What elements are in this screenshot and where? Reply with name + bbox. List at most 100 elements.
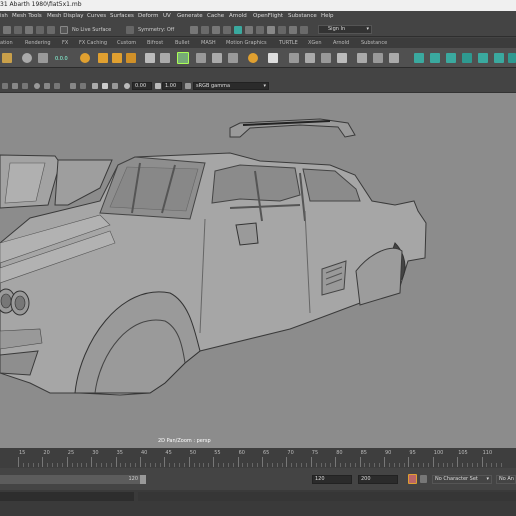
timeline[interactable]: 15 20 25 30 35 40 45 50 55 60 65 70 75 80 85 90 95 100 105… [0, 448, 516, 468]
history-icon[interactable] [190, 26, 198, 34]
render-settings-icon[interactable] [234, 26, 242, 34]
active-tool-icon[interactable] [177, 52, 189, 64]
snap-plane-icon[interactable] [36, 26, 44, 34]
menu-item-cache[interactable]: Cache [207, 13, 224, 19]
menu-item-mesh-display[interactable]: Mesh Display [47, 13, 84, 19]
rotate-tool-icon[interactable] [373, 53, 383, 63]
substance-material-icon[interactable] [414, 53, 424, 63]
svg-icon[interactable] [2, 53, 12, 63]
xgen-icon[interactable] [145, 53, 155, 63]
substance-bake-icon[interactable] [446, 53, 456, 63]
snap-surface-icon[interactable] [47, 26, 55, 34]
menu-item-surfaces[interactable]: Surfaces [110, 13, 134, 19]
two-d-pan-zoom-icon[interactable] [44, 83, 50, 89]
shelf-tab-rendering[interactable]: Rendering [25, 40, 51, 46]
xgen-editor-icon[interactable] [160, 53, 170, 63]
shelf-tab-xgen[interactable]: XGen [308, 40, 322, 46]
shelf-tab-fx[interactable]: FX [62, 40, 68, 46]
menu-item-mesh-tools[interactable]: Mesh Tools [12, 13, 42, 19]
light-editor-icon[interactable] [278, 26, 286, 34]
scale-tool-icon[interactable] [389, 53, 399, 63]
turtle-bake-icon[interactable] [98, 53, 108, 63]
shelf-tab-custom[interactable]: Custom [117, 40, 136, 46]
area-light-icon[interactable] [212, 53, 222, 63]
menu-item-openflight[interactable]: OpenFlight [253, 13, 283, 19]
attribute-icon[interactable] [300, 26, 308, 34]
key-settings-icon[interactable] [420, 475, 427, 483]
symmetry-dropdown[interactable]: Symmetry: Off [138, 27, 174, 33]
snap-point-icon[interactable] [25, 26, 33, 34]
menu-item-mesh[interactable]: ish [0, 13, 8, 19]
bookmark-icon[interactable] [22, 83, 28, 89]
shelf-tab-bifrost[interactable]: Bifrost [147, 40, 163, 46]
cube-icon[interactable] [337, 53, 347, 63]
smooth-shade-icon[interactable] [102, 83, 108, 89]
substance-icon[interactable] [248, 53, 258, 63]
grid-toggle-icon[interactable] [70, 83, 76, 89]
viewport[interactable]: 2D Pan/Zoom : persp [0, 93, 516, 448]
uv-checker-icon[interactable] [268, 53, 278, 63]
snap-curve-icon[interactable] [14, 26, 22, 34]
turtle-settings-icon[interactable] [112, 53, 122, 63]
arnold-light-icon[interactable] [196, 53, 206, 63]
shelf-tab-motion-graphics[interactable]: Motion Graphics [226, 40, 267, 46]
range-handle[interactable] [140, 475, 146, 484]
menu-item-arnold[interactable]: Arnold [229, 13, 247, 19]
arnold-render-icon[interactable] [267, 26, 275, 34]
image-plane-icon[interactable] [34, 83, 40, 89]
substance-graph-icon[interactable] [478, 53, 488, 63]
range-max-field[interactable]: 200 [358, 475, 398, 484]
substance-more-icon[interactable] [508, 53, 516, 63]
menu-item-generate[interactable]: Generate [177, 13, 203, 19]
substance-preset-icon[interactable] [462, 53, 472, 63]
curve-tool-icon[interactable] [305, 53, 315, 63]
car-model[interactable] [0, 93, 516, 448]
color-management-icon[interactable] [185, 83, 191, 89]
skydome-light-icon[interactable] [228, 53, 238, 63]
menu-item-substance[interactable]: Substance [288, 13, 317, 19]
render-view-icon[interactable] [256, 26, 264, 34]
render-sequence-icon[interactable] [212, 26, 220, 34]
grid-icon[interactable] [289, 53, 299, 63]
shelf-tab-bullet[interactable]: Bullet [175, 40, 189, 46]
menu-item-curves[interactable]: Curves [87, 13, 106, 19]
hypershade-icon[interactable] [245, 26, 253, 34]
camera-sequencer-icon[interactable] [289, 26, 297, 34]
sign-in-dropdown[interactable]: Sign In ▾ [318, 25, 372, 34]
create-node-icon[interactable] [22, 53, 32, 63]
render-frame-icon[interactable] [201, 26, 209, 34]
mel-input[interactable] [0, 492, 134, 501]
anim-layer-dropdown[interactable]: No An [496, 475, 516, 484]
snap-grid-icon[interactable] [3, 26, 11, 34]
select-camera-icon[interactable] [2, 83, 8, 89]
magnet-icon[interactable] [60, 26, 68, 34]
shelf-tab-substance[interactable]: Substance [361, 40, 387, 46]
wireframe-icon[interactable] [92, 83, 98, 89]
menu-item-deform[interactable]: Deform [138, 13, 158, 19]
colorspace-dropdown[interactable]: sRGB gamma ▾ [193, 82, 269, 90]
exposure-field[interactable]: 0.00 [132, 82, 152, 90]
grease-pencil-icon[interactable] [54, 83, 60, 89]
gamma-field[interactable]: 1.00 [162, 82, 182, 90]
substance-sbsar-icon[interactable] [494, 53, 504, 63]
mash-network-icon[interactable] [38, 53, 48, 63]
shelf-tab-animation[interactable]: ation [0, 40, 13, 46]
character-set-dropdown[interactable]: No Character Set ▾ [432, 475, 492, 484]
range-slider[interactable]: 120 [0, 475, 146, 484]
ipr-icon[interactable] [223, 26, 231, 34]
turtle-light-icon[interactable] [126, 53, 136, 63]
turtle-render-icon[interactable] [80, 53, 90, 63]
shelf-tab-fx-caching[interactable]: FX Caching [79, 40, 107, 46]
textured-icon[interactable] [112, 83, 118, 89]
menu-item-uv[interactable]: UV [163, 13, 171, 19]
auto-key-icon[interactable] [408, 474, 417, 484]
shelf-tab-turtle[interactable]: TURTLE [279, 40, 298, 46]
range-end-field[interactable]: 120 [312, 475, 352, 484]
shelf-tab-arnold[interactable]: Arnold [333, 40, 349, 46]
substance-export-icon[interactable] [430, 53, 440, 63]
shelf-tab-mash[interactable]: MASH [201, 40, 216, 46]
film-gate-icon[interactable] [80, 83, 86, 89]
camera-attributes-icon[interactable] [12, 83, 18, 89]
live-surface-label[interactable]: No Live Surface [72, 27, 111, 33]
menu-item-help[interactable]: Help [321, 13, 334, 19]
